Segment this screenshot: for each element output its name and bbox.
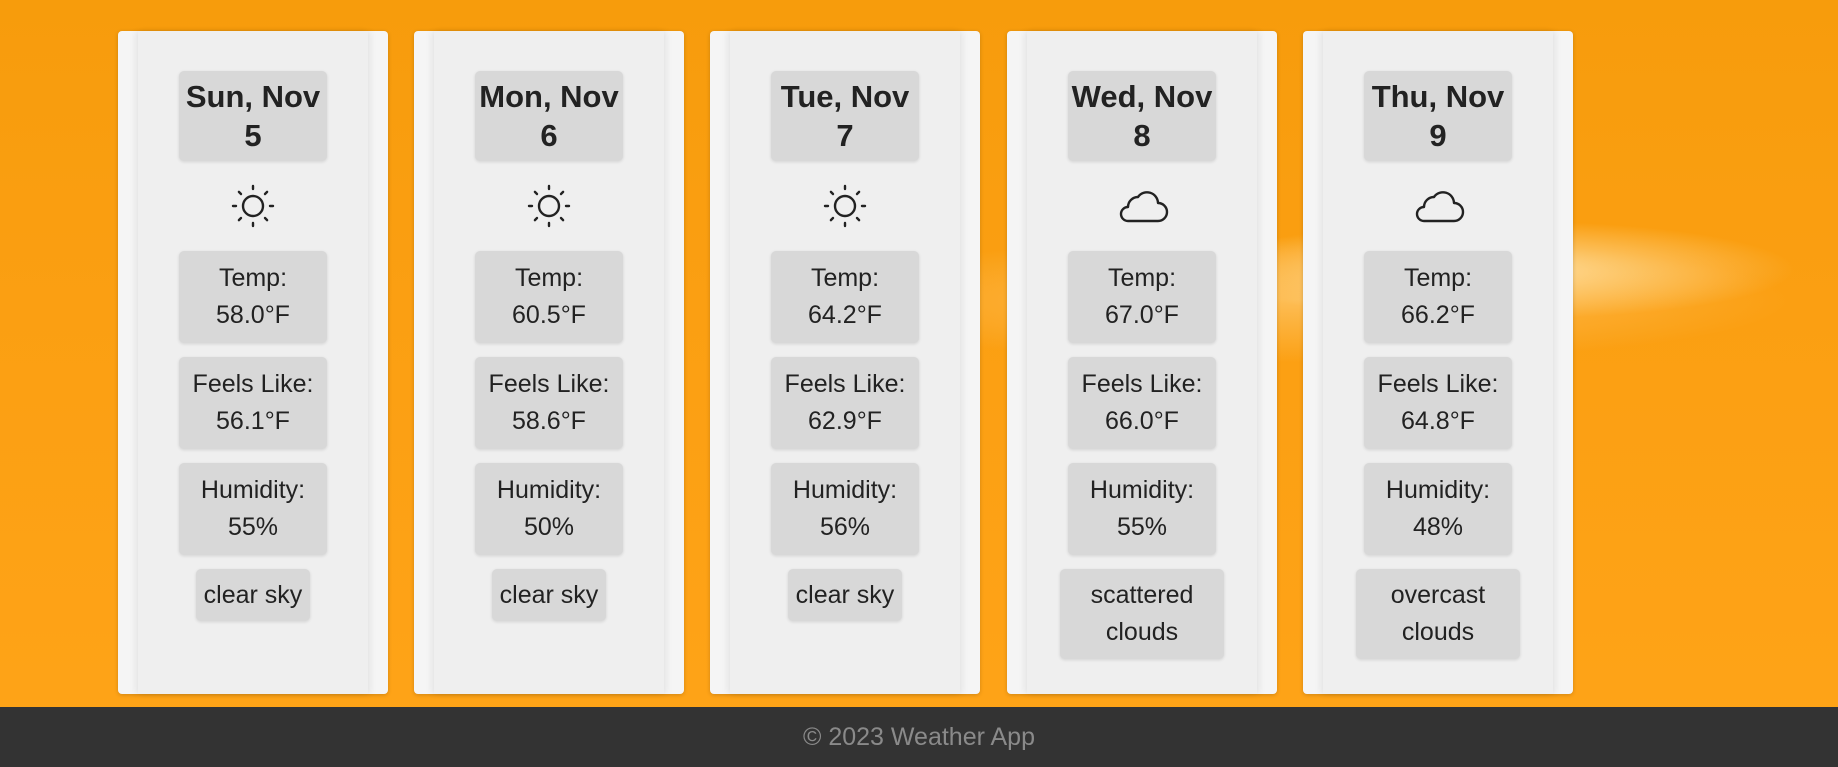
feels-like-box: Feels Like: 66.0°F [1068, 357, 1216, 449]
temp-value: 64.2°F [808, 301, 882, 329]
temp-box: Temp: 58.0°F [179, 251, 327, 343]
humidity-label: Humidity: [1385, 476, 1491, 504]
day-date: Tue, Nov 7 [771, 71, 919, 161]
weather-description: scattered clouds [1060, 569, 1224, 659]
humidity-label: Humidity: [792, 476, 898, 504]
forecast-card-1: Mon, Nov 6 Temp: 60.5°F Feels Like: 58.6… [414, 31, 684, 694]
humidity-box: Humidity: 55% [179, 463, 327, 555]
weather-description: overcast clouds [1356, 569, 1520, 659]
humidity-label: Humidity: [1089, 476, 1195, 504]
feels-like-value: 66.0°F [1105, 407, 1179, 435]
sun-icon [231, 184, 275, 228]
temp-label: Temp: [1403, 264, 1473, 292]
weather-description: clear sky [195, 569, 311, 621]
temp-label: Temp: [1107, 264, 1177, 292]
forecast-cards: Sun, Nov 5 Temp: 58.0°F Feels Like: 56.1… [0, 0, 1838, 707]
temp-label: Temp: [810, 264, 880, 292]
temp-value: 67.0°F [1105, 301, 1179, 329]
footer: © 2023 Weather App [0, 707, 1838, 767]
feels-like-label: Feels Like: [1377, 370, 1499, 398]
forecast-card-0: Sun, Nov 5 Temp: 58.0°F Feels Like: 56.1… [118, 31, 388, 694]
temp-label: Temp: [514, 264, 584, 292]
humidity-box: Humidity: 55% [1068, 463, 1216, 555]
humidity-value: 50% [523, 513, 575, 541]
humidity-value: 48% [1412, 513, 1464, 541]
temp-value: 60.5°F [512, 301, 586, 329]
cloud-icon [1415, 191, 1465, 223]
day-date: Mon, Nov 6 [475, 71, 623, 161]
feels-like-value: 58.6°F [512, 407, 586, 435]
sun-icon [823, 184, 867, 228]
sun-icon [527, 184, 571, 228]
weather-description: clear sky [787, 569, 903, 621]
humidity-box: Humidity: 48% [1364, 463, 1512, 555]
humidity-value: 55% [227, 513, 279, 541]
weather-description: clear sky [491, 569, 607, 621]
humidity-label: Humidity: [200, 476, 306, 504]
humidity-box: Humidity: 56% [771, 463, 919, 555]
cloud-icon [1119, 191, 1169, 223]
feels-like-label: Feels Like: [1081, 370, 1203, 398]
forecast-card-4: Thu, Nov 9 Temp: 66.2°F Feels Like: 64.8… [1303, 31, 1573, 694]
feels-like-box: Feels Like: 56.1°F [179, 357, 327, 449]
humidity-label: Humidity: [496, 476, 602, 504]
day-date: Sun, Nov 5 [179, 71, 327, 161]
day-date: Thu, Nov 9 [1364, 71, 1512, 161]
feels-like-box: Feels Like: 62.9°F [771, 357, 919, 449]
temp-value: 58.0°F [216, 301, 290, 329]
footer-copyright: © 2023 Weather App [802, 722, 1035, 751]
feels-like-value: 62.9°F [808, 407, 882, 435]
humidity-value: 56% [819, 513, 871, 541]
temp-label: Temp: [218, 264, 288, 292]
feels-like-box: Feels Like: 58.6°F [475, 357, 623, 449]
humidity-box: Humidity: 50% [475, 463, 623, 555]
day-date: Wed, Nov 8 [1068, 71, 1216, 161]
forecast-card-2: Tue, Nov 7 Temp: 64.2°F Feels Like: 62.9… [710, 31, 980, 694]
feels-like-value: 64.8°F [1401, 407, 1475, 435]
feels-like-box: Feels Like: 64.8°F [1364, 357, 1512, 449]
temp-box: Temp: 66.2°F [1364, 251, 1512, 343]
feels-like-label: Feels Like: [784, 370, 906, 398]
feels-like-label: Feels Like: [192, 370, 314, 398]
feels-like-value: 56.1°F [216, 407, 290, 435]
temp-value: 66.2°F [1401, 301, 1475, 329]
humidity-value: 55% [1116, 513, 1168, 541]
temp-box: Temp: 67.0°F [1068, 251, 1216, 343]
temp-box: Temp: 60.5°F [475, 251, 623, 343]
temp-box: Temp: 64.2°F [771, 251, 919, 343]
forecast-card-3: Wed, Nov 8 Temp: 67.0°F Feels Like: 66.0… [1007, 31, 1277, 694]
feels-like-label: Feels Like: [488, 370, 610, 398]
